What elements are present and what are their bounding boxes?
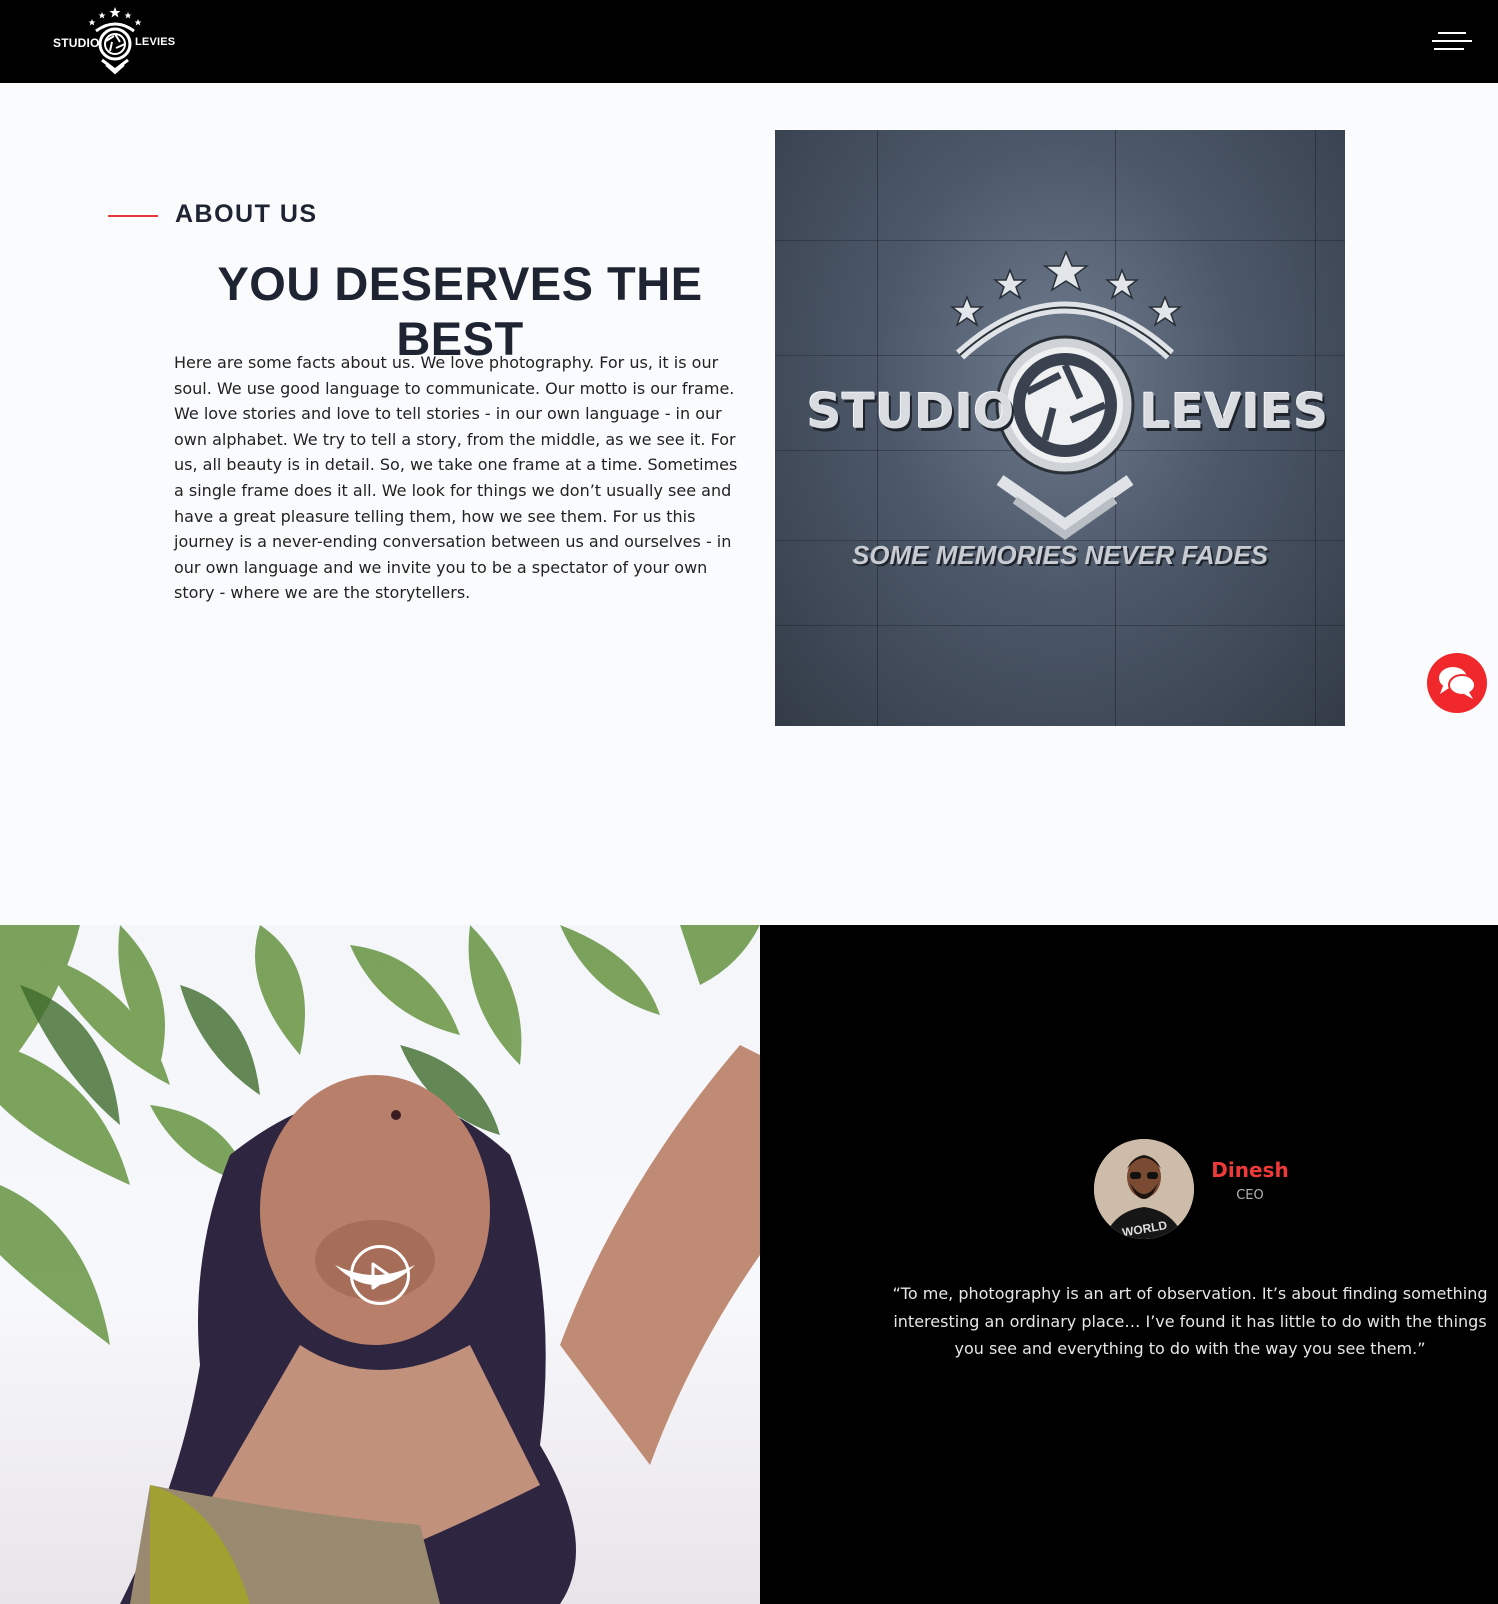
person-avatar-icon: WORLD xyxy=(1094,1139,1194,1239)
testimonial-name: Dinesh xyxy=(1211,1158,1289,1182)
logo-text-studio: STUDIO xyxy=(53,36,100,50)
chat-bubbles-icon xyxy=(1439,667,1476,699)
menu-line xyxy=(1438,32,1466,34)
testimonial-role: CEO xyxy=(1236,1188,1264,1203)
chat-button[interactable] xyxy=(1427,653,1487,713)
studio-logo[interactable]: STUDIO LEVIES xyxy=(50,5,180,77)
about-label: ABOUT US xyxy=(175,200,318,228)
studio-logo-image: STUDIO LEVIES SOME MEMORIES NEVER FADES xyxy=(775,130,1345,726)
menu-line xyxy=(1434,48,1464,50)
hamburger-menu-icon[interactable] xyxy=(1428,30,1472,54)
testimonial-quote: “To me, photography is an art of observa… xyxy=(892,1284,1488,1358)
logo-text-levies: LEVIES xyxy=(135,36,176,48)
menu-line xyxy=(1432,40,1472,42)
testimonial-panel xyxy=(760,925,1498,1604)
site-header: STUDIO LEVIES xyxy=(0,0,1498,83)
image-word-levies: LEVIES xyxy=(1140,384,1329,440)
play-button[interactable] xyxy=(350,1245,410,1305)
image-word-studio: STUDIO xyxy=(807,384,1015,440)
about-body: Here are some facts about us. We love ph… xyxy=(174,353,738,603)
avatar: WORLD xyxy=(1094,1139,1194,1239)
play-icon xyxy=(371,1262,392,1290)
section-accent-line xyxy=(108,215,158,217)
image-tagline: SOME MEMORIES NEVER FADES xyxy=(851,540,1269,570)
